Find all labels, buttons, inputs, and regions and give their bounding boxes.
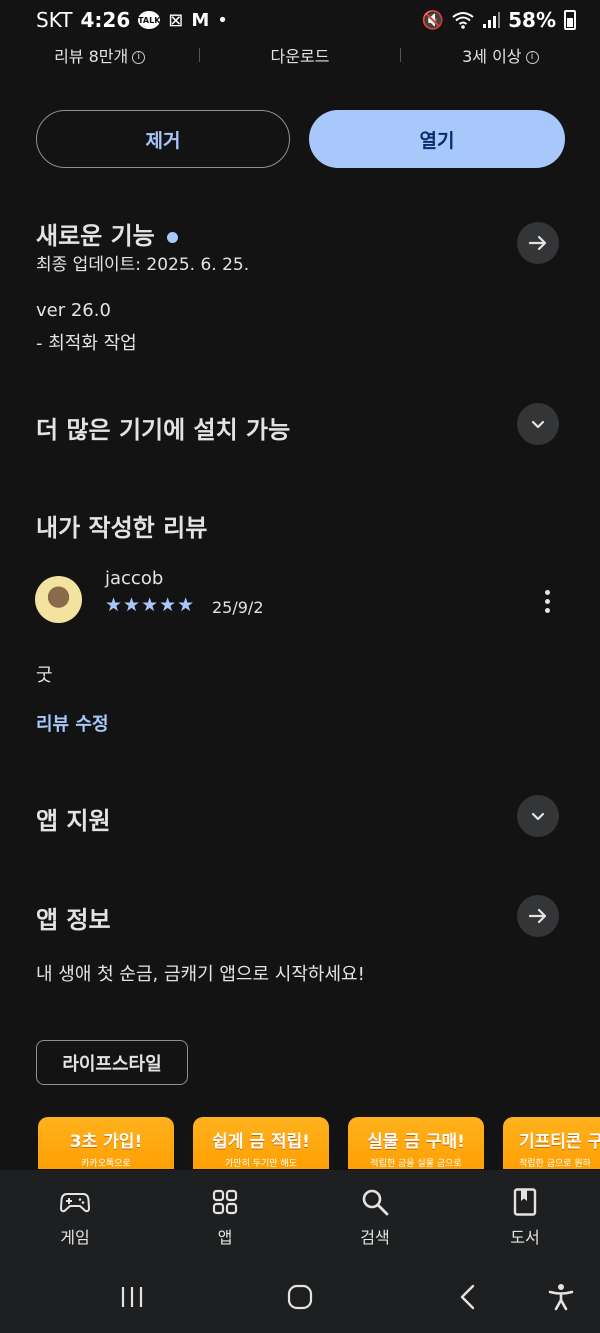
chevron-down-icon <box>531 812 545 821</box>
nav-item-search[interactable]: 검색 <box>300 1170 450 1265</box>
edit-review-link[interactable]: 리뷰 수정 <box>36 710 109 736</box>
screenshot-card[interactable]: 3초 가입! 카카오톡으로 <box>38 1117 174 1169</box>
version-text: ver 26.0 <box>36 300 111 321</box>
screenshot-title: 3초 가입! <box>69 1132 143 1152</box>
system-navigation-bar <box>0 1265 600 1333</box>
book-icon <box>513 1187 537 1216</box>
bottom-navigation: 게임 앱 검색 도서 <box>0 1170 600 1265</box>
battery-percent: 58% <box>508 8 556 32</box>
more-notifications-dot-icon: • <box>217 9 228 31</box>
screenshot-subtitle: 적립한 금으로 원하 <box>519 1159 591 1169</box>
status-left: SKT 4:26 TALK ⊠ M • <box>36 8 228 32</box>
new-indicator-dot <box>166 231 178 243</box>
screenshot-carousel[interactable]: 3초 가입! 카카오톡으로 쉽게 금 적립! 가만히 두기만 해도 실물 금 구… <box>38 1117 600 1169</box>
reviewer-name: jaccob <box>105 568 164 589</box>
open-button[interactable]: 열기 <box>309 110 565 168</box>
carrier-label: SKT <box>36 8 73 32</box>
app-info-arrow-button[interactable] <box>517 895 559 937</box>
back-icon <box>460 1284 475 1310</box>
screenshot-title: 실물 금 구매! <box>367 1132 465 1152</box>
app-description: 내 생애 첫 순금, 금캐기 앱으로 시작하세요! <box>36 964 365 985</box>
app-support-title: 앱 지원 <box>36 807 111 835</box>
reviews-count: 리뷰 8만개 <box>54 47 129 66</box>
clock: 4:26 <box>80 8 131 32</box>
gmail-notification-icon: M <box>191 9 210 31</box>
rating-stars: ★★★★★ <box>105 594 196 616</box>
whats-new-title: 새로운 기능 <box>36 222 155 250</box>
more-options-icon[interactable] <box>536 586 558 616</box>
wifi-icon <box>452 12 474 29</box>
screenshot-title: 쉽게 금 적립! <box>212 1132 310 1152</box>
status-right: 🔇 58% <box>422 8 576 32</box>
screenshot-card[interactable]: 쉽게 금 적립! 가만히 두기만 해도 <box>193 1117 329 1169</box>
nav-item-apps[interactable]: 앱 <box>150 1170 300 1265</box>
recent-apps-icon <box>121 1287 143 1307</box>
app-info-title: 앱 정보 <box>36 906 111 934</box>
last-updated-text: 최종 업데이트: 2025. 6. 25. <box>36 255 250 275</box>
my-review-title: 내가 작성한 리뷰 <box>36 514 208 542</box>
more-devices-title: 더 많은 기기에 설치 가능 <box>36 416 291 444</box>
nav-label: 게임 <box>60 1227 90 1247</box>
age-rating-stat[interactable]: 3세 이상 i <box>401 43 600 67</box>
mute-icon: 🔇 <box>421 9 445 31</box>
home-button[interactable] <box>286 1283 314 1315</box>
screenshot-subtitle: 카카오톡으로 <box>81 1159 131 1169</box>
app-stats-row: 리뷰 8만개 i 다운로드 3세 이상 i <box>0 42 600 68</box>
recent-apps-button[interactable] <box>118 1283 146 1315</box>
nav-label: 도서 <box>510 1227 540 1247</box>
chevron-down-icon <box>531 420 545 429</box>
accessibility-button[interactable] <box>548 1283 574 1315</box>
back-button[interactable] <box>454 1283 482 1315</box>
uninstall-button[interactable]: 제거 <box>36 110 290 168</box>
avatar <box>35 576 82 623</box>
nav-label: 검색 <box>360 1227 390 1247</box>
reviews-stat[interactable]: 리뷰 8만개 i <box>0 43 199 67</box>
screenshot-card[interactable]: 기프티콘 구 적립한 금으로 원하 <box>503 1117 600 1169</box>
home-icon <box>287 1284 313 1310</box>
downloads-stat: 다운로드 <box>200 43 399 67</box>
nav-item-games[interactable]: 게임 <box>0 1170 150 1265</box>
status-bar: SKT 4:26 TALK ⊠ M • 🔇 58% <box>0 0 600 40</box>
app-support-expand-button[interactable] <box>517 795 559 837</box>
screenshot-title: 기프티콘 구 <box>519 1132 600 1152</box>
screenshot-subtitle: 적립한 금을 실물 금으로 <box>370 1159 462 1169</box>
info-icon: i <box>132 51 146 64</box>
category-chip[interactable]: 라이프스타일 <box>36 1040 188 1085</box>
gamepad-icon <box>60 1188 90 1216</box>
app-notification-icon: ⊠ <box>168 9 184 31</box>
nav-label: 앱 <box>217 1227 233 1247</box>
whats-new-arrow-button[interactable] <box>517 222 559 264</box>
more-devices-expand-button[interactable] <box>517 403 559 445</box>
screenshot-subtitle: 가만히 두기만 해도 <box>225 1159 297 1169</box>
signal-icon <box>483 12 501 28</box>
info-icon: i <box>525 51 539 64</box>
apps-grid-icon <box>212 1188 238 1216</box>
release-notes-text: - 최적화 작업 <box>36 333 137 354</box>
review-text: 굿 <box>36 665 53 686</box>
arrow-right-icon <box>528 908 547 924</box>
review-date: 25/9/2 <box>212 598 264 617</box>
search-icon <box>361 1188 389 1216</box>
nav-item-books[interactable]: 도서 <box>450 1170 600 1265</box>
screenshot-card[interactable]: 실물 금 구매! 적립한 금을 실물 금으로 <box>348 1117 484 1169</box>
battery-icon <box>564 10 576 30</box>
age-rating-label: 3세 이상 <box>462 47 522 66</box>
whats-new-header[interactable]: 새로운 기능 <box>36 216 178 251</box>
arrow-right-icon <box>528 235 547 251</box>
accessibility-icon <box>548 1284 574 1311</box>
downloads-label: 다운로드 <box>270 47 330 66</box>
kakaotalk-notification-icon: TALK <box>138 11 160 29</box>
